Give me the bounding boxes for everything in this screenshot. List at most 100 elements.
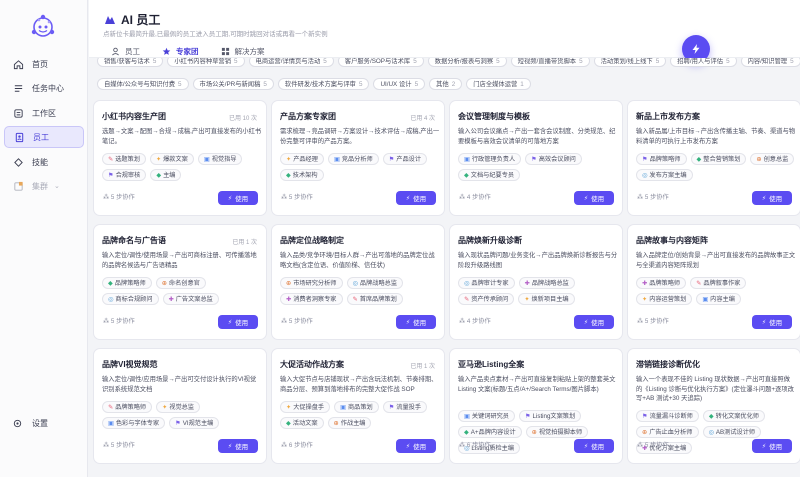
category-chip[interactable]: 内容/知识管理 5 xyxy=(740,58,800,67)
role-tag-label: 视觉总监 xyxy=(169,404,195,411)
expert-team-card[interactable]: 品牌故事与内容矩阵 输入品牌定位/创始背景→产出可直接发布的品牌故事正文与全渠道内… xyxy=(627,224,800,340)
expert-team-card[interactable]: 亚马逊Listing全案 输入产品卖点素材→产出可直接复制粘贴上架的整套英文 Li… xyxy=(449,348,623,464)
use-button[interactable]: ⚡ 使用 xyxy=(396,191,436,205)
role-tag: ▣ 色彩与字体专家 xyxy=(102,417,166,429)
role-tag: ⊕ 命名创意官 xyxy=(155,277,206,289)
use-button[interactable]: ⚡ 使用 xyxy=(218,315,258,329)
category-chip-row: 销售/获客与话术 5 小红书内容种草营销 5 电商运营/详情页与活动 5 客户服务/SOP与… xyxy=(97,58,800,67)
role-tag: ◎ 发布方案主编 xyxy=(636,169,693,181)
tab-employee[interactable]: 员工 xyxy=(111,45,140,58)
category-chip[interactable]: 软件研发/技术方案与评审 5 xyxy=(277,78,370,90)
usage-count: 已用 4 次 xyxy=(410,116,435,122)
use-button[interactable]: ⚡ 使用 xyxy=(574,315,614,329)
category-chip[interactable]: 招聘/用人与评估 5 xyxy=(670,58,737,67)
role-tag-label: 视觉拍摄脚本师 xyxy=(538,429,583,436)
category-chip[interactable]: 销售/获客与话术 5 xyxy=(97,58,164,67)
use-button[interactable]: ⚡ 使用 xyxy=(752,315,792,329)
role-tag-label: 内容主编 xyxy=(710,296,735,303)
role-tag: ✦ 焕新项目主编 xyxy=(518,293,575,305)
use-button[interactable]: ⚡ 使用 xyxy=(396,439,436,453)
card-description: 输入现状品牌问题/业务变化→产出品牌焕新诊断报告与分阶段升级路线图 xyxy=(458,252,618,269)
category-filter: 销售/获客与话术 5 小红书内容种草营销 5 电商运营/详情页与活动 5 客户服务/SOP与… xyxy=(97,58,800,94)
tab-solutions[interactable]: 解决方案 xyxy=(221,45,265,58)
use-button[interactable]: ⚡ 使用 xyxy=(574,191,614,205)
role-icon: ✦ xyxy=(286,404,292,411)
category-chip-count: 5 xyxy=(413,58,417,65)
role-icon: ⚑ xyxy=(388,156,395,163)
category-chip[interactable]: 市场公关/PR与新闻稿 5 xyxy=(192,78,274,90)
card-description: 输入公司会议痛点→产出一套含会议制度、分类规范、纪要模板与高效会议清单的可落地方… xyxy=(458,128,616,145)
role-icon: ✦ xyxy=(286,156,292,163)
use-button[interactable]: ⚡ 使用 xyxy=(396,315,436,329)
expert-team-card[interactable]: 产品方案专家团 已用 4 次需求梳理→竞品调研→方案设计→技术评估→成稿,产出一份… xyxy=(271,100,445,216)
role-tag-label: 流量投手 xyxy=(396,404,422,411)
category-chip[interactable]: 其他 2 xyxy=(429,78,463,90)
role-tag: ◆ 转化文案优化师 xyxy=(702,410,765,422)
expert-team-card[interactable]: 品牌定位战略制定 输入品类/竞争环境/目标人群→产出可落地的品牌定位战略文档(含定… xyxy=(271,224,445,340)
use-button[interactable]: ⚡ 使用 xyxy=(752,439,792,453)
sidebar-item-workspace[interactable]: 工作区 xyxy=(4,102,84,124)
category-chip[interactable]: 电商运营/详情页与活动 5 xyxy=(248,58,334,67)
step-count: ⁂ 4 步协作 xyxy=(459,192,491,201)
category-chip-label: UI/UX 设计 xyxy=(380,81,412,88)
role-tag: ◆ 品牌策略师 xyxy=(102,277,152,289)
role-tag-list: ✦ 大促操盘手 ▣ 商品策划 ⚑ 流量投手 ◆ 活动文案 ⊕ 作战主编 xyxy=(280,401,442,429)
expert-team-card[interactable]: 滞销链接诊断优化 输入一个表现不佳的 Listing 现状数据→产出可直接照做的《… xyxy=(627,348,800,464)
expert-team-card[interactable]: 品牌焕新升级诊断 输入现状品牌问题/业务变化→产出品牌焕新诊断报告与分阶段升级路线… xyxy=(449,224,623,340)
category-chip[interactable]: 短视频/直播带货脚本 5 xyxy=(510,58,590,67)
page-title: AI 员工 xyxy=(104,11,160,28)
role-tag: ⊕ 作战主编 xyxy=(327,417,372,429)
sidebar-item-settings[interactable]: 设置 xyxy=(4,414,84,432)
use-button-label: 使用 xyxy=(769,196,783,203)
role-tag: ✚ 品牌策略师 xyxy=(636,277,687,289)
category-chip[interactable]: 客户服务/SOP与话术库 5 xyxy=(337,58,424,67)
lightning-icon: ⚡ xyxy=(227,319,233,326)
tab-expert-team[interactable]: 专家团 xyxy=(162,45,199,58)
role-tag-label: 焕新项目主编 xyxy=(531,296,569,303)
card-description: 输入定位/调性/应用场景→产出可交付设计执行的VI视觉识别系统规范文档 xyxy=(102,376,257,393)
expert-team-card[interactable]: 小红书内容生产团 已用 10 次选题→文案→配图→合规→成稿,产出可直接发布的小红… xyxy=(93,100,267,216)
sidebar-item-tasks[interactable]: 任务中心 xyxy=(4,77,84,99)
category-chip[interactable]: 自媒体/公众号与知识付费 5 xyxy=(97,78,189,90)
category-chip[interactable]: 数据分析/报表与洞察 5 xyxy=(427,58,507,67)
use-button[interactable]: ⚡ 使用 xyxy=(752,191,792,205)
category-chip[interactable]: UI/UX 设计 5 xyxy=(373,78,426,90)
role-icon: ◎ xyxy=(642,172,648,179)
category-chip[interactable]: 小红书内容种草营销 5 xyxy=(167,58,245,67)
role-tag-label: 内容运营策划 xyxy=(649,296,687,303)
role-tag: ✦ 内容运营策划 xyxy=(636,293,693,305)
role-tag: ⚑ Listing文案策划 xyxy=(518,410,582,422)
page-title-text: AI 员工 xyxy=(121,13,161,27)
category-chip[interactable]: 活动策划/线上线下 5 xyxy=(593,58,667,67)
sidebar-item-employee[interactable]: 员工 xyxy=(4,126,84,148)
use-button[interactable]: ⚡ 使用 xyxy=(574,439,614,453)
step-count-label: 5 步协作 xyxy=(644,442,669,449)
sidebar-item-skill[interactable]: 技能 xyxy=(4,151,84,173)
role-tag-label: 品牌策略师 xyxy=(649,280,681,287)
sidebar-item-cluster[interactable]: 集群 ⌄ xyxy=(4,175,84,197)
expert-team-card[interactable]: 品牌命名与广告语 已用 1 次输入定位/调性/使用场景→产出可商标注册、可传播落地… xyxy=(93,224,267,340)
tab-label: 专家团 xyxy=(176,47,199,56)
use-button[interactable]: ⚡ 使用 xyxy=(218,439,258,453)
tab-label: 解决方案 xyxy=(234,47,265,56)
app-logo-icon[interactable] xyxy=(28,12,58,42)
category-chip[interactable]: 门店全媒体运营 1 xyxy=(466,78,531,90)
step-count: ⁂ 6 步协作 xyxy=(281,440,313,449)
expert-team-card[interactable]: 大促活动作战方案 已用 1 次输入大促节点与店铺现状→产出含玩法机制、节奏排期、商… xyxy=(271,348,445,464)
step-count-label: 5 步协作 xyxy=(288,194,313,201)
expert-team-card[interactable]: 新品上市发布方案 输入新品属/上市目标→产出含传播主轴、节奏、渠道与物料清单的可执… xyxy=(627,100,800,216)
role-tag-label: 大促操盘手 xyxy=(293,404,325,411)
role-tag-list: ◎ 品牌审计专家 ✚ 品牌战略总监 ✎ 资产传承顾问 ✦ 焕新项目主编 xyxy=(458,277,620,305)
step-count-label: 5 步协作 xyxy=(288,318,313,325)
role-tag: ✦ 大促操盘手 xyxy=(280,401,331,413)
expert-team-card[interactable]: 会议管理制度与模板 输入公司会议痛点→产出一套含会议制度、分类规范、纪要模板与高效… xyxy=(449,100,623,216)
lightning-icon: ⚡ xyxy=(583,195,589,202)
expert-team-card[interactable]: 品牌VI视觉规范 输入定位/调性/应用场景→产出可交付设计执行的VI视觉识别系统规… xyxy=(93,348,267,464)
main-content: AI 员工 点新位卡最简升最,已最佩的员工进入员工期,可期时跳回对话或再看一个新… xyxy=(89,0,800,477)
role-icon: ⚑ xyxy=(108,172,114,179)
role-icon: ✚ xyxy=(168,296,174,303)
use-button-label: 使用 xyxy=(235,444,249,451)
use-button[interactable]: ⚡ 使用 xyxy=(218,191,258,205)
sidebar-item-home[interactable]: 首页 xyxy=(4,53,84,75)
card-description: 输入定位/调性/使用场景→产出可商标注册、可传播落地的品牌名候选与广告语精品 xyxy=(102,252,257,269)
